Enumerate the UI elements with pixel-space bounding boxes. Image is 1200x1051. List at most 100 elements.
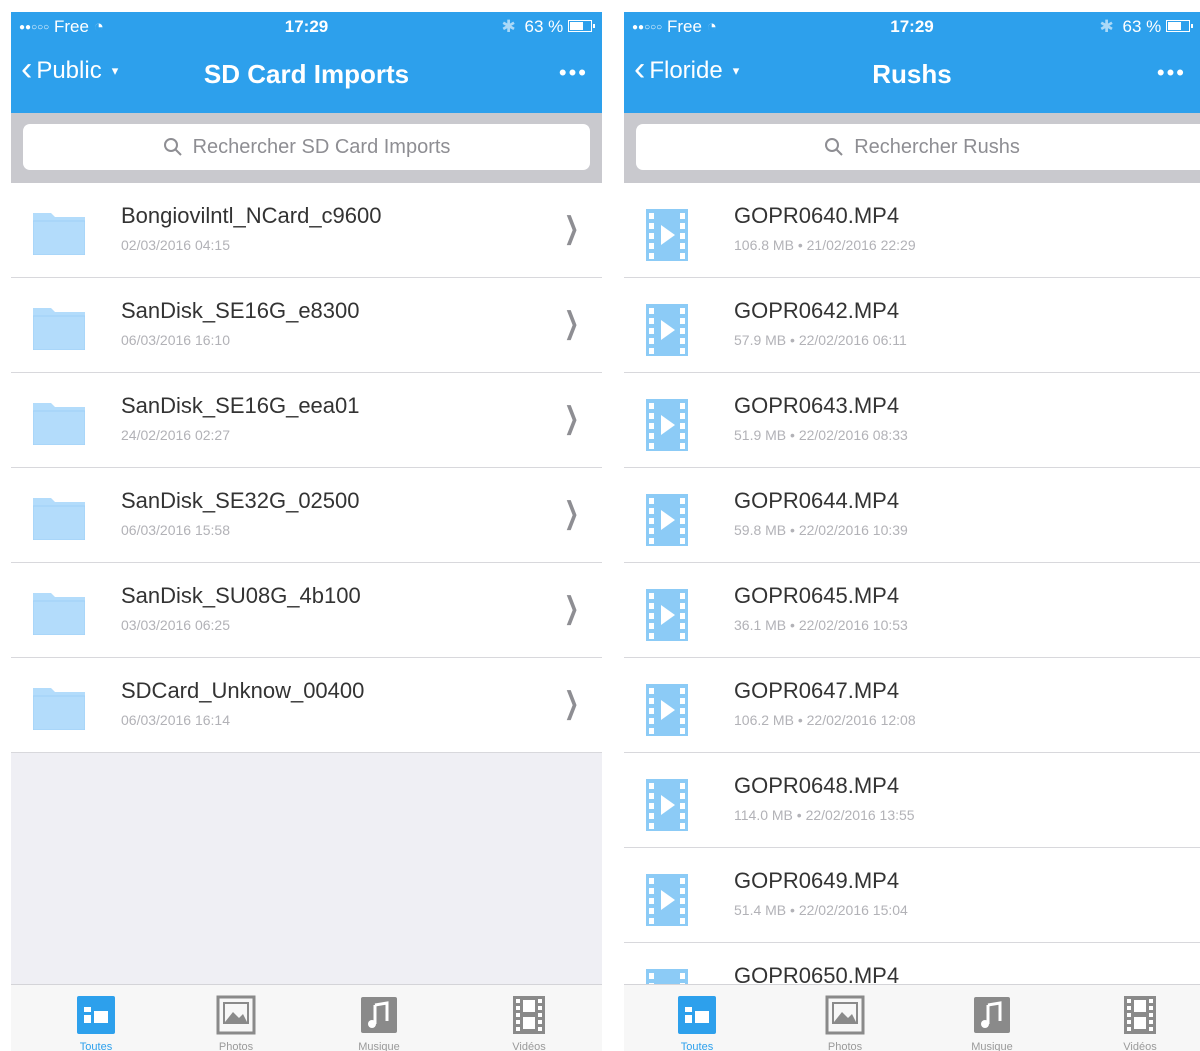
meta-separator: • (792, 807, 806, 823)
folder-name: SanDisk_SE32G_02500 (121, 488, 360, 513)
video-meta: 57.9 MB • 22/02/2016 06:11 (734, 332, 907, 348)
battery-icon (568, 20, 595, 32)
video-name: GOPR0648.MP4 (734, 773, 900, 798)
folder-icon (33, 593, 85, 635)
folder-row[interactable]: SanDisk_SU08G_4b100 03/03/2016 06:25 ❯ (11, 563, 602, 658)
search-bar: Rechercher SD Card Imports (11, 113, 602, 183)
video-file-icon (646, 494, 688, 546)
folder-name: Bongiovilntl_NCard_c9600 (121, 203, 382, 228)
video-size: 59.8 MB (734, 522, 787, 538)
meta-separator: • (793, 712, 807, 728)
folder-row[interactable]: SDCard_Unknow_00400 06/03/2016 16:14 ❯ (11, 658, 602, 753)
folder-icon (33, 498, 85, 540)
nav-bar: ‹ Public ▾ SD Card Imports ••• (11, 42, 602, 113)
meta-separator: • (786, 522, 799, 538)
battery-percent: 63 % (524, 17, 564, 36)
more-options-button[interactable]: ••• (559, 60, 588, 86)
folder-name: SanDisk_SU08G_4b100 (121, 583, 361, 608)
tab-bar: Toutes Photos Musique Vidéos (11, 984, 602, 1051)
chevron-down-icon: ▾ (732, 63, 740, 78)
folder-date: 06/03/2016 15:58 (121, 522, 230, 538)
video-date: 22/02/2016 10:39 (798, 522, 908, 538)
folder-icon (33, 688, 85, 730)
folder-name: SanDisk_SE16G_e8300 (121, 298, 360, 323)
battery-status: ✱ 63 % (501, 17, 595, 37)
folder-date: 02/03/2016 04:15 (121, 237, 230, 253)
phone-screen-sd-card-imports: ●●○○○ Free ◔ 17:29 ✱ 63 % ‹ Public ▾ SD … (11, 12, 602, 1051)
photo-icon (216, 995, 256, 1035)
meta-separator: • (786, 617, 799, 633)
video-size: 57.9 MB (734, 332, 787, 348)
back-button[interactable]: ‹ Public ▾ (21, 52, 119, 86)
tab-musique[interactable]: Musique (339, 995, 419, 1051)
video-row[interactable]: GOPR0644.MP4 59.8 MB • 22/02/2016 10:39 (624, 468, 1200, 563)
tab-photos[interactable]: Photos (196, 995, 276, 1051)
folder-date: 03/03/2016 06:25 (121, 617, 230, 633)
folder-icon (33, 403, 85, 445)
chevron-right-icon: ❯ (563, 212, 579, 245)
video-date: 22/02/2016 13:55 (805, 807, 915, 823)
folder-row[interactable]: SanDisk_SE16G_eea01 24/02/2016 02:27 ❯ (11, 373, 602, 468)
video-file-icon (646, 209, 688, 261)
video-row[interactable]: GOPR0645.MP4 36.1 MB • 22/02/2016 10:53 (624, 563, 1200, 658)
music-icon (361, 997, 397, 1033)
video-row[interactable]: GOPR0642.MP4 57.9 MB • 22/02/2016 06:11 (624, 278, 1200, 373)
folder-icon (33, 308, 85, 350)
phone-screen-rushs: ●●○○○ Free ◔ 17:29 ✱ 63 % ‹ Floride ▾ Ru… (624, 12, 1200, 1051)
video-date: 22/02/2016 12:08 (806, 712, 916, 728)
tab-videos[interactable]: Vidéos (489, 995, 569, 1051)
video-name: GOPR0640.MP4 (734, 203, 900, 228)
search-input[interactable]: Rechercher Rushs (636, 124, 1200, 170)
folder-row[interactable]: SanDisk_SE32G_02500 06/03/2016 15:58 ❯ (11, 468, 602, 563)
tab-photos[interactable]: Photos (805, 995, 885, 1051)
video-row[interactable]: GOPR0643.MP4 51.9 MB • 22/02/2016 08:33 (624, 373, 1200, 468)
tab-toutes[interactable]: Toutes (56, 995, 136, 1051)
chevron-right-icon: ❯ (563, 402, 579, 435)
chevron-right-icon: ❯ (563, 497, 579, 530)
video-size: 51.9 MB (734, 427, 787, 443)
video-meta: 106.2 MB • 22/02/2016 12:08 (734, 712, 916, 728)
tab-musique[interactable]: Musique (952, 995, 1032, 1051)
back-label: Public (36, 57, 102, 84)
tab-label: Photos (218, 1041, 254, 1051)
video-size: 36.1 MB (734, 617, 787, 633)
chevron-right-icon: ❯ (563, 307, 579, 340)
search-input[interactable]: Rechercher SD Card Imports (23, 124, 590, 170)
search-icon (163, 138, 182, 156)
tab-label: Vidéos (1123, 1041, 1157, 1051)
all-files-icon (77, 996, 115, 1034)
video-file-icon (646, 874, 688, 926)
folder-name: SanDisk_SE16G_eea01 (121, 393, 360, 418)
tab-label: Toutes (680, 1041, 714, 1051)
chevron-left-icon: ‹ (634, 50, 646, 88)
more-options-button[interactable]: ••• (1157, 60, 1186, 86)
video-name: GOPR0643.MP4 (734, 393, 900, 418)
bluetooth-icon: ✱ (1099, 17, 1114, 36)
search-bar: Rechercher Rushs (624, 113, 1200, 183)
folder-date: 06/03/2016 16:14 (121, 712, 230, 728)
video-row[interactable]: GOPR0648.MP4 114.0 MB • 22/02/2016 13:55 (624, 753, 1200, 848)
video-row[interactable]: GOPR0649.MP4 51.4 MB • 22/02/2016 15:04 (624, 848, 1200, 943)
folder-row[interactable]: SanDisk_SE16G_e8300 06/03/2016 16:10 ❯ (11, 278, 602, 373)
video-date: 21/02/2016 22:29 (806, 237, 916, 253)
chevron-right-icon: ❯ (563, 687, 579, 720)
video-row[interactable]: GOPR0640.MP4 106.8 MB • 21/02/2016 22:29 (624, 183, 1200, 278)
bluetooth-icon: ✱ (501, 17, 516, 36)
chevron-left-icon: ‹ (21, 50, 33, 88)
chevron-down-icon: ▾ (111, 63, 119, 78)
search-placeholder: Rechercher SD Card Imports (192, 135, 451, 158)
video-meta: 36.1 MB • 22/02/2016 10:53 (734, 617, 908, 633)
search-placeholder: Rechercher Rushs (854, 135, 1020, 158)
tab-toutes[interactable]: Toutes (657, 995, 737, 1051)
tab-label: Vidéos (512, 1041, 546, 1051)
folder-row[interactable]: Bongiovilntl_NCard_c9600 02/03/2016 04:15… (11, 183, 602, 278)
video-meta: 106.8 MB • 21/02/2016 22:29 (734, 237, 916, 253)
video-size: 51.4 MB (734, 902, 787, 918)
video-row[interactable]: GOPR0647.MP4 106.2 MB • 22/02/2016 12:08 (624, 658, 1200, 753)
nav-bar: ‹ Floride ▾ Rushs ••• (624, 42, 1200, 113)
video-icon (1124, 996, 1156, 1034)
folder-date: 06/03/2016 16:10 (121, 332, 230, 348)
back-button[interactable]: ‹ Floride ▾ (634, 52, 740, 86)
video-meta: 59.8 MB • 22/02/2016 10:39 (734, 522, 908, 538)
tab-videos[interactable]: Vidéos (1100, 995, 1180, 1051)
